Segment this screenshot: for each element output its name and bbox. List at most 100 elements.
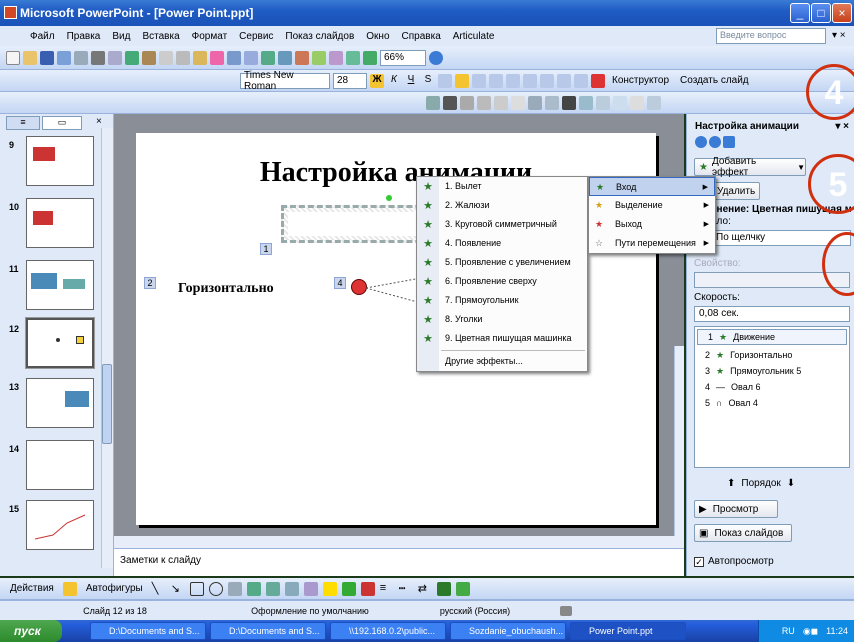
transparent-color-icon[interactable]	[630, 95, 644, 110]
wordart-icon[interactable]	[246, 581, 261, 596]
table-icon[interactable]	[278, 50, 292, 65]
pane-close-icon[interactable]: ×	[96, 116, 102, 127]
minimize-button[interactable]: _	[790, 3, 810, 23]
menu-insert[interactable]: Вставка	[136, 31, 185, 42]
font-select[interactable]: Times New Roman	[240, 70, 330, 92]
move-up-icon[interactable]: ⬆	[727, 478, 735, 489]
decrease-indent-icon[interactable]	[557, 73, 571, 88]
font-grow-icon[interactable]	[523, 73, 537, 88]
shadow-icon[interactable]: S	[421, 74, 435, 88]
fill-color-icon[interactable]	[322, 581, 337, 596]
submenu-emphasis[interactable]: ★ Выделение ▶	[589, 196, 715, 215]
reset-picture-icon[interactable]	[647, 95, 661, 110]
taskbar-item[interactable]: Sozdanie_obuchaush...	[450, 622, 566, 640]
slideshow-button[interactable]: ▣ Показ слайдов	[694, 524, 792, 542]
line-icon[interactable]: ╲	[152, 582, 166, 596]
rotate-icon[interactable]	[545, 95, 559, 110]
font-size-select[interactable]: 28	[333, 72, 367, 89]
open-icon[interactable]	[23, 50, 37, 65]
font-color-icon[interactable]	[360, 581, 375, 596]
remove-button[interactable]: Удалить	[712, 182, 760, 200]
taskbar-item[interactable]: D:\Documents and S...	[210, 622, 326, 640]
menu-window[interactable]: Окно	[360, 31, 395, 42]
more-brightness-icon[interactable]	[494, 95, 508, 110]
format-painter-icon[interactable]	[210, 50, 224, 65]
menu-item-typewriter[interactable]: 9. Цветная пишущая машинка	[445, 329, 585, 348]
slide-thumbnail[interactable]	[26, 198, 94, 248]
menu-item-fade-top[interactable]: 6. Проявление сверху	[445, 272, 585, 291]
taskbar-item-active[interactable]: Power Point.ppt	[570, 622, 686, 640]
slide-thumbnail[interactable]	[26, 136, 94, 186]
line-style-icon[interactable]: ≡	[380, 582, 394, 596]
line-color-icon[interactable]	[341, 581, 356, 596]
diagram-icon[interactable]	[265, 581, 280, 596]
permission-icon[interactable]	[57, 50, 71, 65]
numbering-icon[interactable]	[489, 73, 503, 88]
autoshapes-menu[interactable]: Автофигуры	[82, 583, 147, 594]
list-item[interactable]: 4— Овал 6	[695, 379, 849, 395]
home-icon[interactable]	[723, 136, 735, 148]
textbox-icon[interactable]	[227, 581, 242, 596]
underline-icon[interactable]: Ч	[404, 74, 418, 88]
bullets-icon[interactable]	[506, 73, 520, 88]
back-icon[interactable]	[695, 136, 707, 148]
color-grayscale-icon[interactable]	[363, 50, 377, 65]
menu-item-zoom[interactable]: 5. Проявление с увеличением	[445, 253, 585, 272]
slides-scrollbar[interactable]	[101, 128, 113, 568]
close-button[interactable]: ×	[832, 3, 852, 23]
add-effect-button[interactable]: ★ Добавить эффект ▼	[694, 156, 806, 178]
notes-pane[interactable]: Заметки к слайду	[114, 548, 684, 576]
list-item[interactable]: 1 ★ Движение	[697, 329, 847, 345]
insert-object-icon[interactable]	[295, 50, 309, 65]
redo-icon[interactable]	[244, 50, 258, 65]
list-item[interactable]: 5 ∩ Овал 4	[695, 395, 849, 411]
menu-item-blinds[interactable]: 2. Жалюзи	[445, 196, 585, 215]
pane-close-icon[interactable]: ▾ ×	[835, 121, 854, 132]
3d-icon[interactable]	[455, 581, 470, 596]
menu-view[interactable]: Вид	[106, 31, 136, 42]
more-contrast-icon[interactable]	[460, 95, 474, 110]
preview-button[interactable]: ▶ Просмотр	[694, 500, 778, 518]
menu-help[interactable]: Справка	[396, 31, 447, 42]
spelling-icon[interactable]	[125, 50, 139, 65]
menu-item-circle[interactable]: 3. Круговой симметричный	[445, 215, 585, 234]
color-icon[interactable]	[443, 95, 457, 110]
bold-icon[interactable]: Ж	[370, 73, 384, 88]
oval-4[interactable]	[351, 279, 367, 295]
menu-item-fly[interactable]: 1. Вылет	[445, 177, 585, 196]
align-center-icon[interactable]	[455, 73, 469, 88]
horizontal-scrollbar[interactable]	[114, 536, 684, 548]
less-contrast-icon[interactable]	[477, 95, 491, 110]
spelling-status-icon[interactable]	[560, 605, 572, 616]
clipart-icon[interactable]	[284, 581, 299, 596]
submenu-exit[interactable]: ★ Выход ▶	[589, 215, 715, 234]
align-left-icon[interactable]	[438, 73, 452, 88]
taskbar-item[interactable]: D:\Documents and S...	[90, 622, 206, 640]
increase-indent-icon[interactable]	[574, 73, 588, 88]
tab-outline[interactable]: ≡	[6, 116, 40, 130]
format-picture-icon[interactable]	[613, 95, 627, 110]
slide-thumbnail[interactable]	[26, 500, 94, 550]
paste-icon[interactable]	[193, 50, 207, 65]
print-icon[interactable]	[91, 50, 105, 65]
insert-picture-icon[interactable]	[426, 95, 440, 110]
speed-select[interactable]: 0,08 сек.	[694, 306, 850, 322]
compress-icon[interactable]	[579, 95, 593, 110]
menu-item-appear[interactable]: 4. Появление	[445, 234, 585, 253]
tab-slides[interactable]: ▭	[42, 116, 82, 130]
arrow-style-icon[interactable]: ⇄	[418, 582, 432, 596]
hyperlink-icon[interactable]	[312, 50, 326, 65]
email-icon[interactable]	[74, 50, 88, 65]
slide-thumbnail[interactable]	[26, 378, 94, 428]
list-item[interactable]: 2 ★ Горизонтально	[695, 347, 849, 363]
slide-thumbnail[interactable]	[26, 260, 94, 310]
autopreview-checkbox[interactable]: ✓ Автопросмотр	[694, 556, 774, 567]
research-icon[interactable]	[142, 50, 156, 65]
help-search-input[interactable]: Введите вопрос	[716, 28, 826, 44]
font-shrink-icon[interactable]	[540, 73, 554, 88]
taskbar-item[interactable]: \\192.168.0.2\public...	[330, 622, 446, 640]
actions-menu[interactable]: Действия	[6, 583, 58, 594]
tray-icons[interactable]: ◉◼	[803, 626, 818, 637]
font-color-icon[interactable]	[591, 73, 605, 88]
select-icon[interactable]	[62, 581, 77, 596]
